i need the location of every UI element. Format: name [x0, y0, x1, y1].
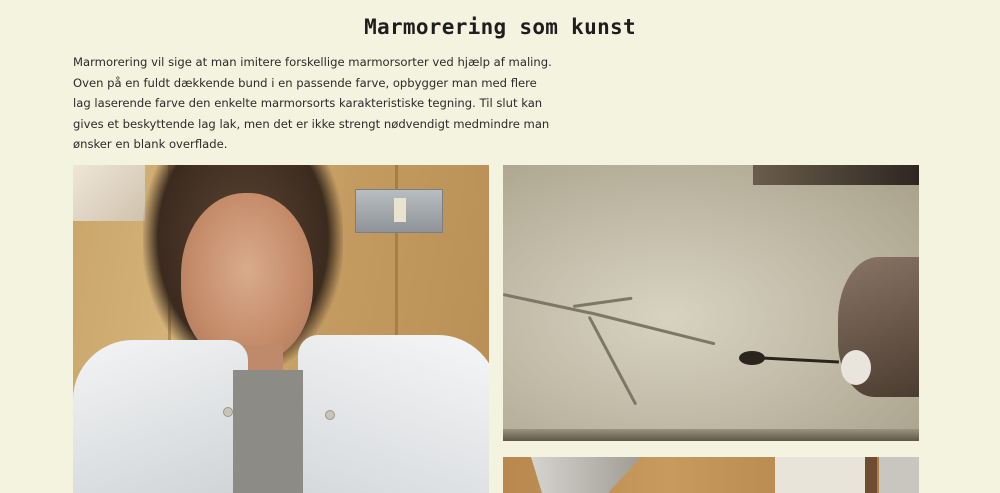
- gallery-photo-workshop[interactable]: [503, 457, 919, 493]
- lab-coat: [73, 340, 248, 493]
- intro-paragraph: Marmorering vil sige at man imitere fors…: [73, 52, 552, 155]
- intro-line: Oven på en fuldt dækkende bund i en pass…: [73, 75, 537, 90]
- page-title: Marmorering som kunst: [364, 15, 636, 40]
- photo-detail: [73, 165, 145, 221]
- intro-line: Marmorering vil sige at man imitere fors…: [73, 55, 552, 69]
- intro-line: lag laserende farve den enkelte marmorso…: [73, 96, 543, 110]
- metal-bracket: [355, 189, 443, 233]
- gallery-photo-portrait[interactable]: [73, 165, 489, 493]
- gallery-photo-marbling[interactable]: [503, 165, 919, 441]
- intro-line: gives et beskyttende lag lak, men det er…: [73, 116, 550, 131]
- portrait-face: [181, 193, 313, 363]
- intro-line: ønsker en blank overflade.: [73, 137, 228, 151]
